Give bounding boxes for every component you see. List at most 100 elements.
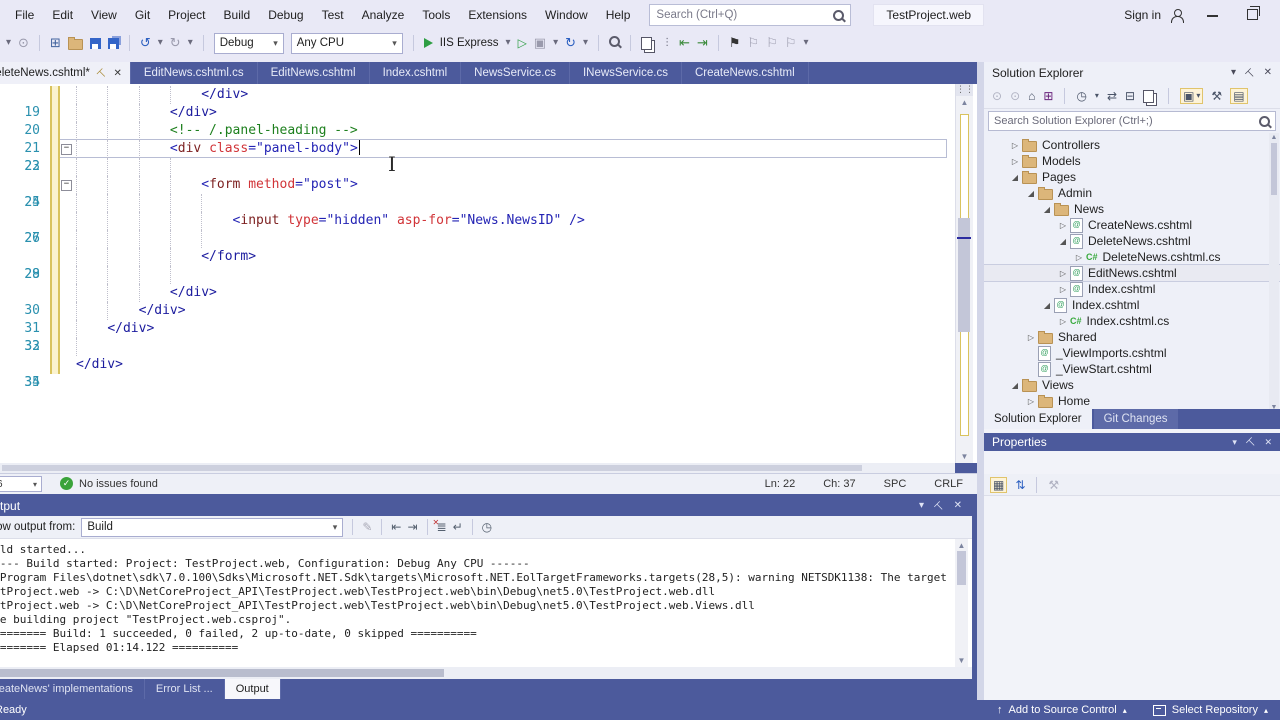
scroll-up-icon[interactable]: ▲ xyxy=(955,541,968,550)
scrollbar-thumb[interactable] xyxy=(1271,143,1277,195)
code-editor[interactable]: </div> 19 </div> 20 <!-- /.panel-heading -… xyxy=(0,84,977,463)
menu-project[interactable]: Project xyxy=(159,0,214,30)
add-to-source-control-button[interactable]: ↑ Add to Source Control ▴ xyxy=(997,704,1127,716)
tree-vertical-scrollbar[interactable]: ▲ ▼ xyxy=(1269,133,1279,412)
code-line-33[interactable]: 33 xyxy=(24,338,947,356)
redo-dropdown-icon[interactable]: ▾ xyxy=(188,35,193,51)
window-position-icon[interactable]: ▾ xyxy=(1232,433,1237,451)
code-line-23[interactable]: 23 xyxy=(24,158,947,176)
pin-icon[interactable]: ⊥ xyxy=(928,496,949,517)
menu-window[interactable]: Window xyxy=(536,0,597,30)
preview-selected-items-toggle[interactable]: ▤ xyxy=(1230,88,1248,104)
editor-context-dropdown[interactable]: 6 ▾ xyxy=(0,476,42,492)
bottom-tab[interactable]: 'CreateNews' implementations xyxy=(0,679,145,699)
tree-item[interactable]: ◢ @ DeleteNews.cshtml xyxy=(984,233,1280,249)
bookmark-icon[interactable]: ⚑ xyxy=(729,35,741,51)
code-line-28[interactable]: </form> 28 xyxy=(24,248,947,282)
open-file-icon[interactable] xyxy=(67,37,83,50)
redo-icon[interactable]: ↻ xyxy=(170,35,181,51)
scroll-up-icon[interactable]: ▲ xyxy=(956,98,973,107)
alphabetical-sort-icon[interactable]: ⇅ xyxy=(1015,478,1025,492)
next-bookmark-icon[interactable]: ⚐ xyxy=(766,35,778,51)
close-icon[interactable]: ✕ xyxy=(954,496,962,516)
expander-icon[interactable]: ◢ xyxy=(1040,205,1054,214)
scroll-up-icon[interactable]: ▲ xyxy=(1269,134,1279,141)
solution-search-box[interactable]: Search Solution Explorer (Ctrl+;) xyxy=(988,111,1276,131)
collapse-all-icon[interactable]: ⊟ xyxy=(1125,89,1135,103)
menu-edit[interactable]: Edit xyxy=(43,0,82,30)
tree-item[interactable]: ◢ Admin xyxy=(984,185,1280,201)
properties-title-bar[interactable]: Properties ▾ ⊥ ✕ xyxy=(984,433,1280,451)
tree-item[interactable]: ▷ C# Index.cshtml.cs xyxy=(984,313,1280,329)
code-line-27[interactable]: 27 xyxy=(24,230,947,248)
restart-dropdown-icon[interactable]: ▾ xyxy=(583,35,588,51)
pending-changes-filter-icon[interactable]: ◷ xyxy=(1076,89,1086,103)
navigate-back-icon[interactable]: ⊙ xyxy=(18,35,29,51)
tree-item[interactable]: ▷ C# DeleteNews.cshtml.cs xyxy=(984,249,1280,265)
tree-item[interactable]: @ _ViewImports.cshtml xyxy=(984,345,1280,361)
scroll-down-icon[interactable]: ▼ xyxy=(956,452,973,461)
expander-icon[interactable]: ▷ xyxy=(1056,221,1070,230)
scrollbar-thumb[interactable] xyxy=(958,218,970,332)
code-line-29[interactable]: 29 xyxy=(24,266,947,284)
tree-item[interactable]: ▷ Models xyxy=(984,153,1280,169)
code-line-30[interactable]: </div> 30 xyxy=(24,284,947,318)
goto-previous-message-icon[interactable]: ⇤ xyxy=(391,520,401,534)
se-tab[interactable]: Solution Explorer xyxy=(984,409,1092,429)
expander-icon[interactable]: ▷ xyxy=(1024,397,1038,406)
clear-bookmarks-icon[interactable]: ⚐ xyxy=(785,35,797,51)
run-dropdown-icon[interactable]: ▾ xyxy=(506,35,511,51)
new-item-icon[interactable]: ⊞ xyxy=(50,35,61,51)
properties-wrench-icon[interactable]: ⚒ xyxy=(1211,89,1222,103)
forward-icon[interactable]: ⊙ xyxy=(1010,89,1020,103)
restart-icon[interactable]: ↻ xyxy=(565,35,576,51)
project-badge[interactable]: TestProject.web xyxy=(873,4,985,26)
menu-help[interactable]: Help xyxy=(597,0,640,30)
output-log[interactable]: Build started...------ Build started: Pr… xyxy=(0,539,972,667)
start-without-debug-icon[interactable]: ▷ xyxy=(518,36,527,50)
tree-item[interactable]: ▷ @ Index.cshtml xyxy=(984,281,1280,297)
menu-tools[interactable]: Tools xyxy=(413,0,459,30)
code-line-26[interactable]: <input type="hidden" asp-for="News.NewsI… xyxy=(24,212,947,246)
fold-collapse-box[interactable]: − xyxy=(61,180,72,191)
bottom-tab[interactable]: Output xyxy=(224,679,281,699)
output-source-dropdown[interactable]: Build ▾ xyxy=(81,517,344,537)
tree-item[interactable]: ▷ Controllers xyxy=(984,137,1280,153)
editor-tab[interactable]: EditNews.cshtml xyxy=(258,62,370,84)
expander-icon[interactable]: ▷ xyxy=(1008,141,1022,150)
scrollbar-thumb[interactable] xyxy=(957,551,966,585)
editor-tab[interactable]: NewsService.cs xyxy=(461,62,570,84)
expander-icon[interactable]: ◢ xyxy=(1024,189,1038,198)
docs-dropdown-icon[interactable]: ⋮ xyxy=(662,35,672,51)
tree-item[interactable]: ◢ News xyxy=(984,201,1280,217)
pin-icon[interactable]: ⊥ xyxy=(94,65,110,81)
window-position-icon[interactable]: ▾ xyxy=(1231,62,1236,84)
property-pages-wrench-icon[interactable]: ⚒ xyxy=(1048,478,1059,492)
output-title-bar[interactable]: Output ▾ ⊥ ✕ xyxy=(0,496,972,516)
editor-tab[interactable]: EditNews.cshtml.cs xyxy=(131,62,258,84)
code-line-25[interactable]: 25 xyxy=(24,194,947,212)
save-icon[interactable] xyxy=(89,37,101,49)
undo-dropdown-icon[interactable]: ▾ xyxy=(158,35,163,51)
menu-debug[interactable]: Debug xyxy=(259,0,312,30)
tree-item[interactable]: ◢ Pages xyxy=(984,169,1280,185)
home-icon[interactable]: ⌂ xyxy=(1028,89,1035,103)
code-line-34[interactable]: </div> 34 xyxy=(24,356,947,390)
filter-dropdown-icon[interactable]: ▾ xyxy=(1095,89,1099,103)
window-position-icon[interactable]: ▾ xyxy=(919,496,924,516)
tree-item[interactable]: ▷ Home xyxy=(984,393,1280,409)
minimize-button[interactable] xyxy=(1207,15,1218,17)
track-active-item-toggle[interactable]: ▣ ▾ xyxy=(1180,88,1204,104)
expander-icon[interactable]: ▷ xyxy=(1024,333,1038,342)
sync-with-active-document-icon[interactable]: ⇄ xyxy=(1107,89,1117,103)
code-line-31[interactable]: </div> 31 xyxy=(24,302,947,336)
code-line-35[interactable]: 35 xyxy=(24,374,947,392)
line-indicator[interactable]: Ln: 22 xyxy=(765,478,796,490)
bottom-tab[interactable]: Error List ... xyxy=(145,679,225,699)
search-box[interactable]: Search (Ctrl+Q) xyxy=(649,4,852,26)
prev-bookmark-icon[interactable]: ⚐ xyxy=(748,35,760,51)
menu-file[interactable]: File xyxy=(6,0,43,30)
tree-item[interactable]: ▷ @ CreateNews.cshtml xyxy=(984,217,1280,233)
clear-all-icon[interactable]: ≣ ✕ xyxy=(433,518,447,534)
editor-tab[interactable]: Index.cshtml xyxy=(370,62,462,84)
